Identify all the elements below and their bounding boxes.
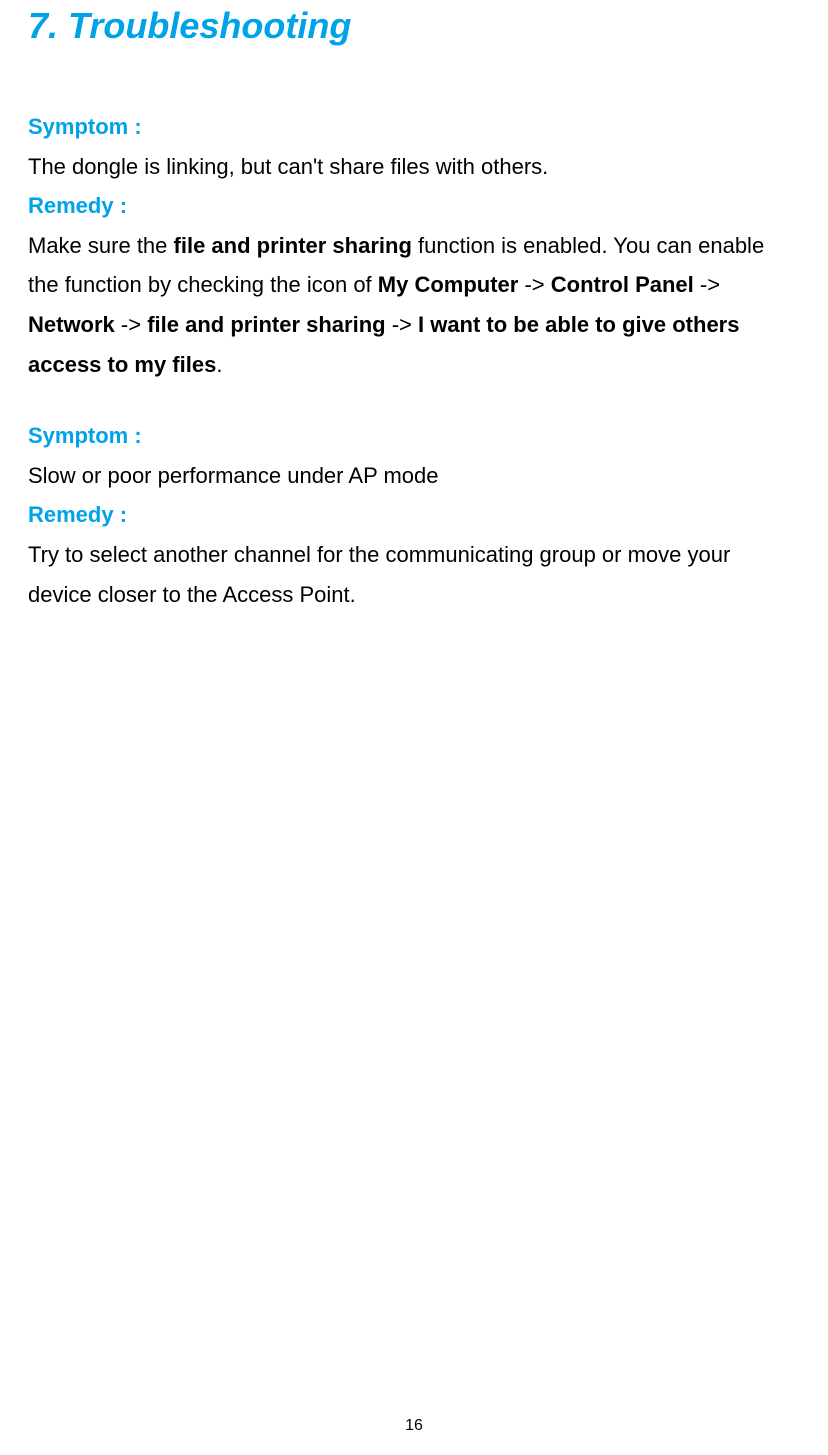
remedy-fragment: -> (518, 272, 550, 297)
remedy-label: Remedy : (28, 186, 800, 226)
page-number: 16 (0, 1417, 828, 1435)
troubleshooting-item-1: Symptom : The dongle is linking, but can… (28, 107, 800, 384)
symptom-text: The dongle is linking, but can't share f… (28, 147, 800, 187)
remedy-bold: Control Panel (551, 272, 694, 297)
remedy-bold: My Computer (378, 272, 519, 297)
symptom-label: Symptom : (28, 416, 800, 456)
remedy-text: Try to select another channel for the co… (28, 535, 800, 614)
troubleshooting-item-2: Symptom : Slow or poor performance under… (28, 416, 800, 614)
symptom-label: Symptom : (28, 107, 800, 147)
section-title: 7. Troubleshooting (28, 0, 800, 47)
remedy-bold: file and printer sharing (174, 233, 412, 258)
symptom-text: Slow or poor performance under AP mode (28, 456, 800, 496)
remedy-label: Remedy : (28, 495, 800, 535)
remedy-text: Make sure the file and printer sharing f… (28, 226, 800, 384)
remedy-fragment: . (216, 352, 222, 377)
remedy-bold: file and printer sharing (147, 312, 385, 337)
remedy-fragment: Make sure the (28, 233, 174, 258)
remedy-fragment: -> (694, 272, 720, 297)
remedy-fragment: -> (115, 312, 147, 337)
remedy-fragment: -> (386, 312, 418, 337)
remedy-bold: Network (28, 312, 115, 337)
